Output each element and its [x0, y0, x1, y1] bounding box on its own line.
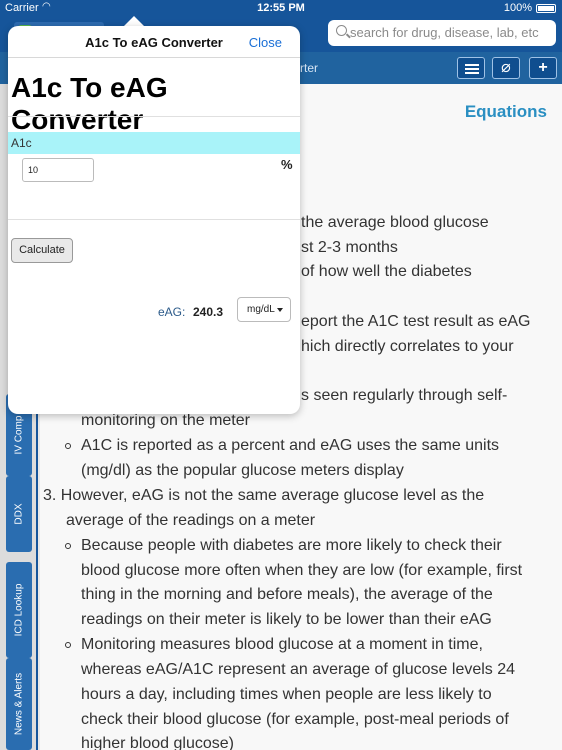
add-button[interactable]: +: [529, 57, 557, 79]
text-line: average of the readings on a meter: [66, 512, 316, 529]
text-line: (mg/dl) as the popular glucose meters di…: [81, 462, 404, 479]
popover-header: A1c To eAG Converter Close: [8, 26, 300, 58]
text-line: Monitoring measures blood glucose at a m…: [81, 636, 483, 653]
text-line: hours a day, including times when people…: [81, 686, 492, 703]
text-line: s seen regularly through self-: [301, 387, 508, 404]
status-bar: Carrier ◠ 12:55 PM 100%: [0, 0, 562, 16]
tab-label: DDX: [13, 503, 25, 525]
text-line: blood glucose more often when they are l…: [81, 562, 523, 579]
eag-result: 240.3: [193, 305, 224, 319]
text-line: check their blood glucose (for example, …: [81, 711, 509, 728]
paperclip-icon: ⌀: [501, 59, 511, 76]
toolbar-title: rter: [300, 61, 318, 75]
plus-icon: +: [538, 59, 548, 76]
a1c-converter-popover: A1c To eAG Converter Close A1c To eAG Co…: [8, 26, 300, 414]
list-button[interactable]: [457, 57, 485, 79]
percent-unit: %: [281, 157, 293, 172]
text-line: eport the A1C test result as eAG: [301, 313, 531, 330]
list-icon: [465, 64, 479, 74]
search-icon: [336, 25, 347, 36]
a1c-input[interactable]: 10: [22, 158, 94, 182]
text-line: Because people with diabetes are more li…: [81, 537, 502, 554]
popover-arrow: [124, 16, 144, 26]
search-placeholder: search for drug, disease, lab, etc: [350, 25, 539, 40]
battery-percent: 100%: [503, 2, 532, 14]
text-line: hich directly correlates to your: [301, 338, 514, 355]
text-line: of how well the diabetes: [301, 263, 472, 280]
divider: [8, 219, 300, 220]
text-line: st 2-3 months: [301, 239, 398, 256]
chevron-down-icon: [277, 308, 283, 312]
bullet-icon: [65, 443, 71, 449]
attachment-button[interactable]: ⌀: [492, 57, 520, 79]
unit-select[interactable]: mg/dL: [237, 297, 291, 322]
text-line: the average blood glucose: [301, 214, 489, 231]
battery-icon: [536, 4, 556, 13]
text-line: higher blood glucose): [81, 735, 234, 750]
text-line: whereas eAG/A1C represent an average of …: [81, 661, 516, 678]
calculate-button[interactable]: Calculate: [11, 238, 73, 263]
text-line: readings on their meter is likely to be …: [81, 611, 492, 628]
search-input[interactable]: search for drug, disease, lab, etc: [328, 20, 556, 46]
text-line: thing in the morning and before meals), …: [81, 586, 493, 603]
unit-selected-value: mg/dL: [247, 304, 275, 315]
tab-icd-lookup[interactable]: ICD Lookup: [6, 562, 32, 658]
tab-ddx[interactable]: DDX: [6, 476, 32, 552]
page-title: A1c To eAG Converter: [11, 72, 168, 135]
tab-news-alerts[interactable]: News & Alerts: [6, 658, 32, 750]
text-line: 3. However, eAG is not the same average …: [43, 487, 485, 504]
clock: 12:55 PM: [257, 2, 305, 14]
tab-label: IV Comp: [13, 415, 25, 455]
bullet-icon: [65, 642, 71, 648]
tab-label: ICD Lookup: [13, 583, 25, 637]
divider: [8, 116, 300, 117]
text-line: A1C is reported as a percent and eAG use…: [81, 437, 500, 454]
close-button[interactable]: Close: [249, 35, 282, 50]
eag-label: eAG:: [158, 305, 186, 319]
tab-label: News & Alerts: [13, 672, 25, 736]
equations-link[interactable]: Equations: [465, 100, 547, 125]
a1c-section-label: A1c: [8, 132, 300, 154]
bullet-icon: [65, 543, 71, 549]
